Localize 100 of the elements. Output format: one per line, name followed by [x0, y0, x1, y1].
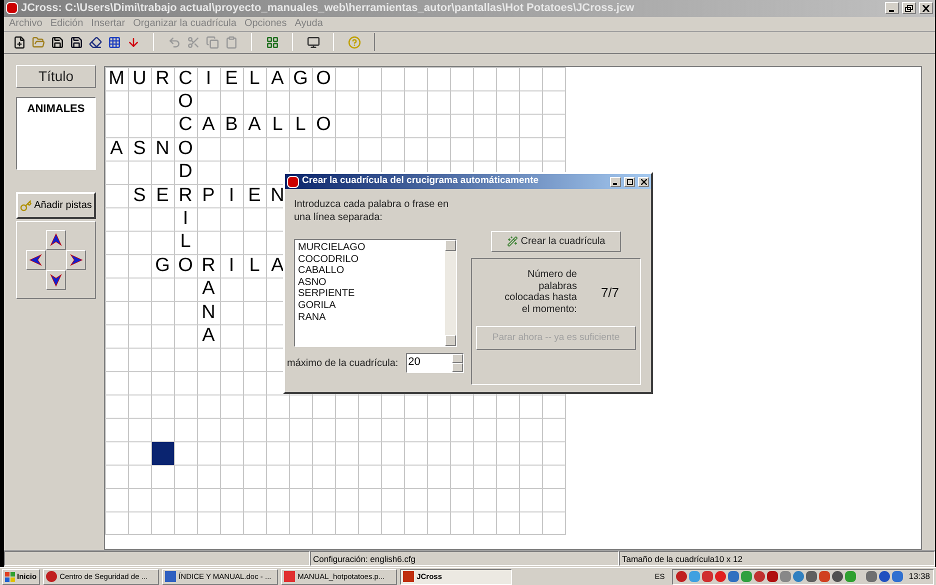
tray-icon[interactable] — [892, 571, 903, 582]
grid-letter[interactable]: N — [202, 302, 216, 323]
grid-letter[interactable]: R — [178, 186, 192, 206]
folder-button[interactable] — [31, 34, 45, 50]
restore-button[interactable] — [902, 2, 916, 14]
tray-icon[interactable] — [702, 571, 713, 582]
grid-letter[interactable]: L — [295, 115, 306, 136]
grid-letter[interactable]: I — [228, 186, 234, 206]
grid-letter[interactable]: I — [228, 256, 234, 276]
tray-icon[interactable] — [806, 571, 817, 582]
app-icon — [6, 2, 18, 14]
tray-icon[interactable] — [766, 571, 778, 582]
app-icon — [46, 571, 57, 582]
minimize-button[interactable] — [610, 176, 621, 186]
grid-letter[interactable]: L — [249, 256, 260, 276]
grid-letter[interactable]: B — [225, 115, 238, 136]
app-icon — [164, 571, 176, 582]
grid-letter[interactable]: E — [248, 186, 261, 206]
grid-letter[interactable]: I — [182, 209, 188, 230]
tray-icon[interactable] — [832, 571, 843, 582]
grid-letter[interactable]: S — [133, 186, 146, 206]
new-file-button[interactable] — [12, 34, 26, 50]
tray-icon[interactable] — [676, 571, 687, 582]
monitor-button[interactable] — [306, 34, 320, 50]
grid-letter[interactable]: A — [202, 326, 215, 346]
grid-letter[interactable]: O — [178, 256, 193, 276]
windows-logo-icon — [5, 572, 15, 582]
title-field[interactable]: ANIMALES — [16, 97, 96, 170]
down-arrow-icon — [126, 36, 140, 49]
grid-letter[interactable]: R — [202, 256, 216, 276]
tray-icon[interactable] — [740, 571, 752, 582]
tray-icon[interactable] — [844, 571, 856, 582]
grid-letter[interactable]: G — [293, 68, 308, 89]
grid-letter[interactable]: A — [271, 256, 284, 276]
add-clues-button[interactable]: Añadir pistas — [16, 192, 96, 219]
grid-letter[interactable]: U — [132, 68, 146, 89]
eraser-button[interactable] — [88, 34, 102, 50]
tray-icon[interactable] — [866, 571, 877, 582]
grid-letter[interactable]: N — [156, 138, 170, 159]
grid-letter[interactable]: M — [108, 68, 124, 89]
grid-letter[interactable]: C — [178, 115, 192, 136]
grid-letter[interactable]: O — [178, 92, 193, 112]
left-arrow-button[interactable] — [26, 250, 46, 270]
left-arrow-icon — [29, 253, 43, 267]
tray-icon[interactable] — [878, 571, 890, 582]
grid-letter[interactable]: L — [180, 232, 191, 252]
selected-cell[interactable] — [152, 442, 174, 465]
grid-letter[interactable]: A — [248, 115, 261, 136]
grid-button[interactable] — [107, 34, 121, 50]
grid-letter[interactable]: E — [225, 68, 238, 89]
grid-letter[interactable]: D — [178, 162, 192, 182]
clipboard-button[interactable] — [224, 34, 238, 50]
grid-letter[interactable]: P — [202, 186, 215, 206]
tray-icon[interactable] — [714, 571, 726, 582]
grid-letter[interactable]: O — [316, 115, 331, 136]
up-arrow-button[interactable] — [46, 230, 66, 250]
tray-icon[interactable] — [818, 571, 830, 582]
key-icon — [20, 200, 32, 212]
scissors-icon — [186, 36, 200, 49]
grid-letter[interactable]: L — [272, 115, 283, 136]
grid-letter[interactable]: A — [202, 115, 215, 136]
grid-letter[interactable]: E — [156, 186, 169, 206]
close-button[interactable] — [638, 176, 649, 186]
max-size-spinner[interactable]: 20 — [406, 353, 464, 373]
grid-letter[interactable]: A — [271, 68, 284, 89]
right-arrow-button[interactable] — [66, 250, 86, 270]
grid-letter[interactable]: L — [249, 68, 260, 89]
grid-letter[interactable]: S — [133, 138, 146, 159]
down-arrow-icon — [49, 273, 63, 287]
save-as-icon — [70, 36, 82, 49]
grid-letter[interactable]: I — [206, 68, 212, 89]
restore-icon — [905, 4, 913, 12]
title-button[interactable]: Título — [16, 65, 96, 88]
tray-icon[interactable] — [728, 571, 739, 582]
grid-letter[interactable]: R — [156, 68, 170, 89]
grid-wizard-icon — [266, 36, 278, 49]
close-button[interactable] — [919, 2, 933, 14]
copy-icon — [206, 36, 218, 49]
down-arrow-button[interactable] — [46, 270, 66, 290]
create-grid-button[interactable]: Crear la cuadrícula — [491, 231, 621, 252]
save-as-button[interactable] — [69, 34, 83, 50]
new-file-icon — [12, 36, 26, 49]
grid-letter[interactable]: N — [270, 186, 284, 206]
tray-icon[interactable] — [754, 571, 765, 582]
grid-letter[interactable]: G — [155, 256, 170, 276]
grid-letter[interactable]: A — [202, 279, 215, 300]
save-button[interactable] — [50, 34, 64, 50]
clock: 13:38 — [908, 570, 930, 583]
grid-wizard-button[interactable] — [265, 34, 279, 50]
scrollbar[interactable] — [445, 240, 456, 346]
maximize-button[interactable] — [624, 176, 635, 186]
tray-icon[interactable] — [780, 571, 791, 582]
right-arrow-icon — [69, 253, 83, 267]
grid-letter[interactable]: O — [316, 68, 331, 89]
word-list-field[interactable]: MURCIELAGO COCODRILO CABALLO ASNO SERPIENTE GORILA RANA — [294, 239, 457, 347]
grid-letter[interactable]: O — [178, 138, 193, 159]
grid-letter[interactable]: C — [178, 68, 192, 89]
minimize-button[interactable] — [885, 2, 899, 14]
grid-letter[interactable]: A — [110, 138, 123, 159]
tray-icon[interactable] — [792, 571, 804, 582]
